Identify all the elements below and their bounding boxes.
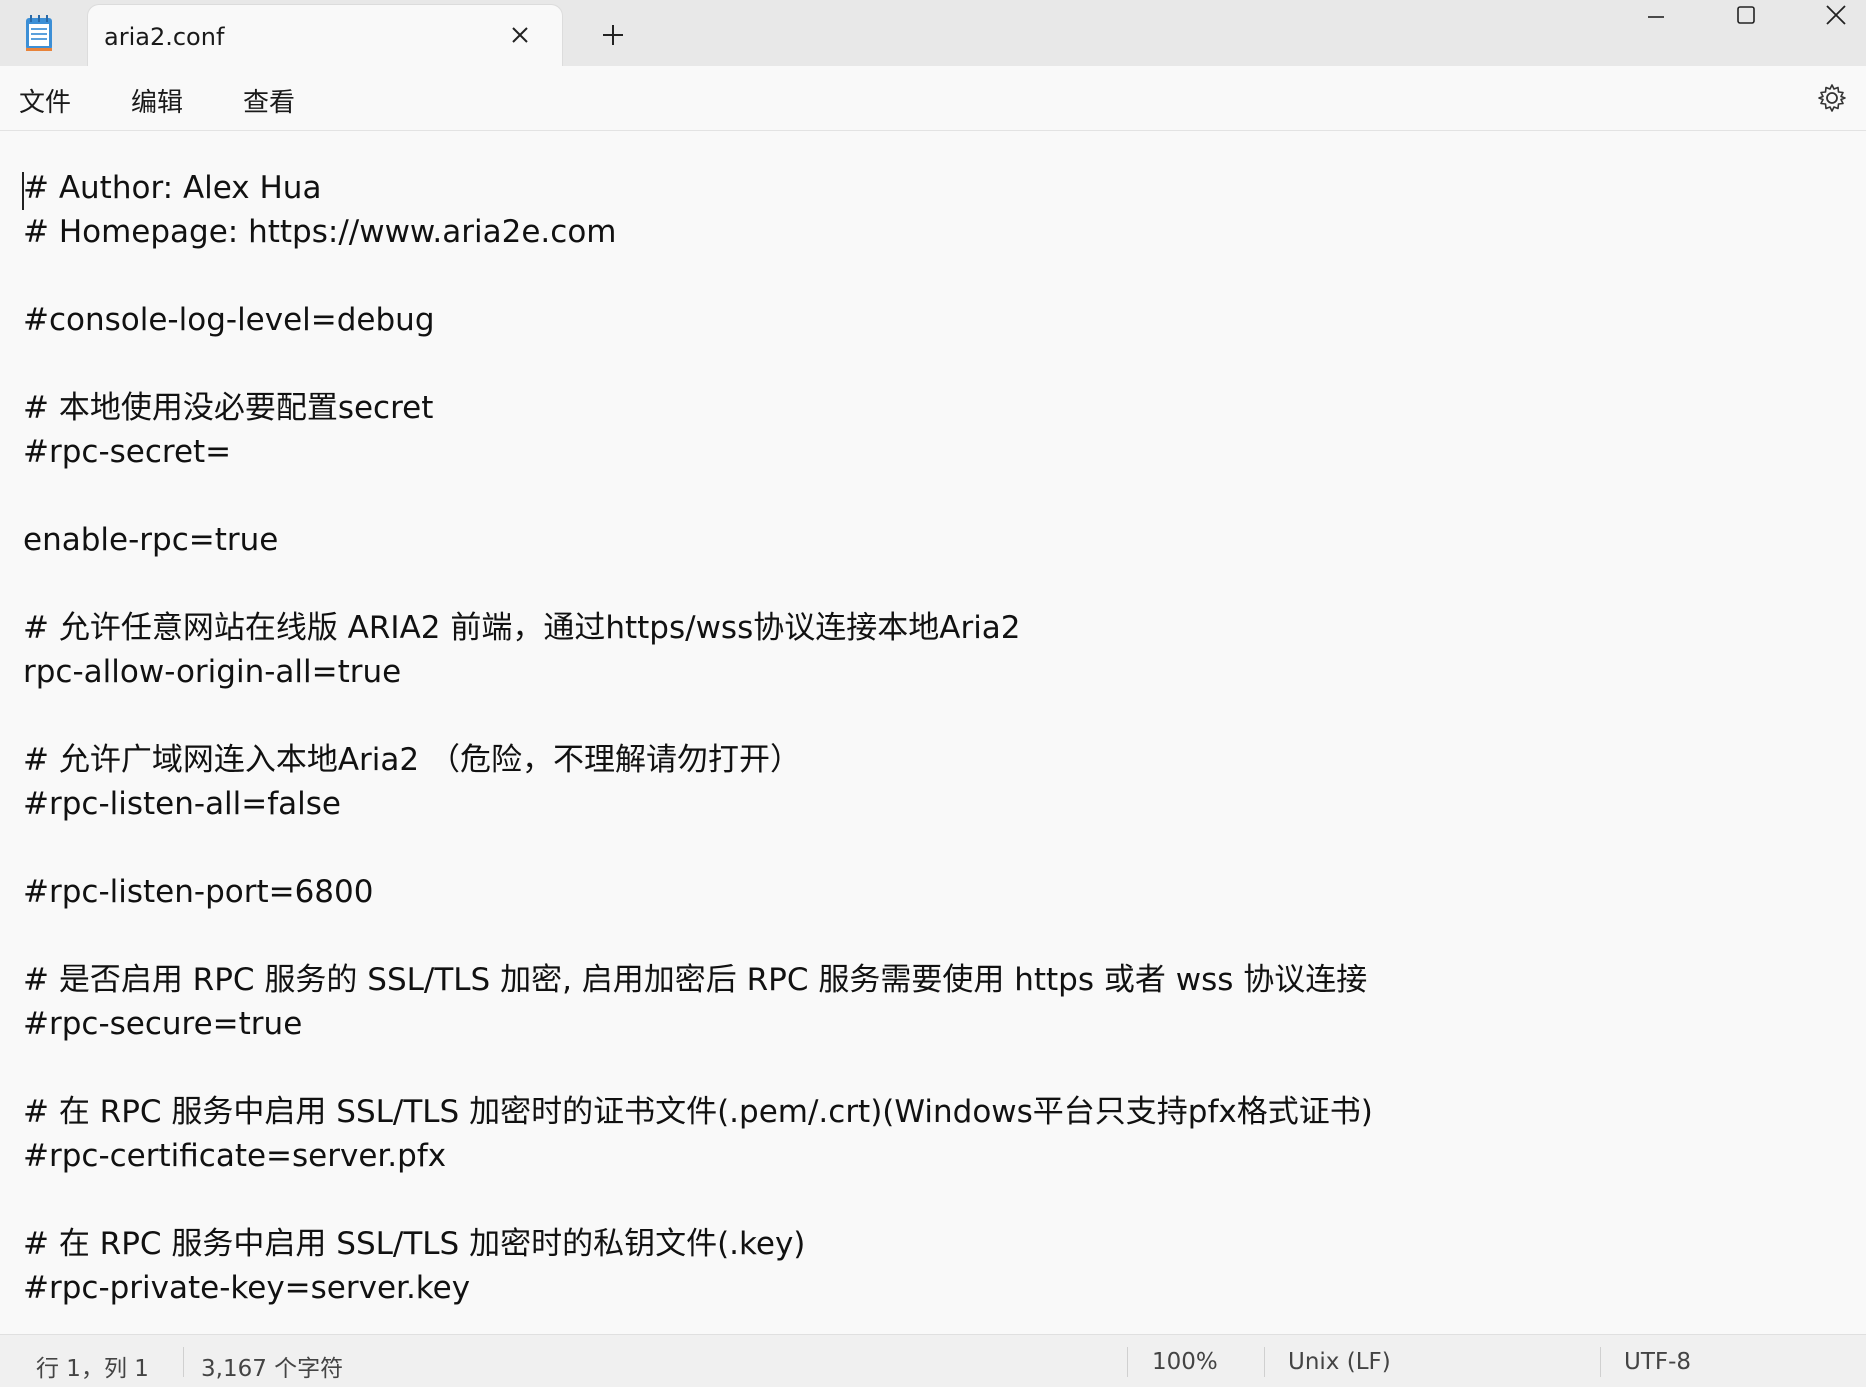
editor-line: # 在 RPC 服务中启用 SSL/TLS 加密时的私钥文件(.key)	[23, 1226, 806, 1262]
editor-line: # 允许任意网站在线版 ARIA2 前端，通过https/wss协议连接本地Ar…	[23, 610, 1021, 646]
menu-view[interactable]: 查看	[243, 82, 295, 119]
editor-line: #rpc-listen-all=false	[23, 786, 342, 822]
editor-line: #rpc-listen-port=6800	[23, 874, 374, 910]
tab-aria2-conf[interactable]: aria2.conf	[87, 4, 563, 66]
status-bar: 行 1，列 1 3,167 个字符 100% Unix (LF) UTF-8	[0, 1334, 1866, 1387]
editor-line: #rpc-secure=true	[23, 1006, 303, 1042]
editor-line: # Author: Alex Hua	[23, 170, 322, 206]
text-editor[interactable]: # Author: Alex Hua # Homepage: https://ww…	[0, 132, 1866, 1334]
menu-edit[interactable]: 编辑	[131, 82, 183, 119]
close-tab-icon[interactable]	[506, 21, 534, 49]
close-window-icon[interactable]	[1796, 0, 1866, 30]
settings-gear-icon[interactable]	[1814, 80, 1850, 116]
editor-line: # Homepage: https://www.aria2e.com	[23, 214, 617, 250]
encoding[interactable]: UTF-8	[1624, 1349, 1691, 1375]
editor-line: # 在 RPC 服务中启用 SSL/TLS 加密时的证书文件(.pem/.crt…	[23, 1094, 1373, 1130]
editor-line: # 允许广域网连入本地Aria2 （危险，不理解请勿打开）	[23, 742, 801, 778]
editor-line: #rpc-secret=	[23, 434, 232, 470]
menu-bar: 文件 编辑 查看	[0, 66, 1866, 131]
tab-title: aria2.conf	[104, 23, 225, 51]
notepad-app-icon	[22, 14, 56, 52]
editor-line: enable-rpc=true	[23, 522, 279, 558]
line-ending[interactable]: Unix (LF)	[1288, 1349, 1391, 1375]
cursor-position: 行 1，列 1	[36, 1356, 149, 1382]
status-divider	[183, 1347, 184, 1377]
character-count: 3,167 个字符	[201, 1356, 344, 1382]
menu-file[interactable]: 文件	[19, 82, 71, 119]
status-divider	[1127, 1347, 1128, 1377]
minimize-icon[interactable]	[1616, 0, 1696, 30]
editor-line: #console-log-level=debug	[23, 302, 435, 338]
status-divider	[1264, 1347, 1265, 1377]
title-bar: aria2.conf	[0, 0, 1866, 66]
maximize-icon[interactable]	[1706, 0, 1786, 30]
editor-line: # 本地使用没必要配置secret	[23, 390, 434, 426]
editor-line: # 是否启用 RPC 服务的 SSL/TLS 加密, 启用加密后 RPC 服务需…	[23, 962, 1368, 998]
editor-line: #rpc-private-key=server.key	[23, 1270, 471, 1306]
editor-line: #rpc-certificate=server.pfx	[23, 1138, 447, 1174]
editor-line: rpc-allow-origin-all=true	[23, 654, 402, 690]
status-divider	[1600, 1347, 1601, 1377]
new-tab-plus-icon[interactable]	[596, 18, 630, 52]
zoom-level[interactable]: 100%	[1152, 1349, 1218, 1375]
